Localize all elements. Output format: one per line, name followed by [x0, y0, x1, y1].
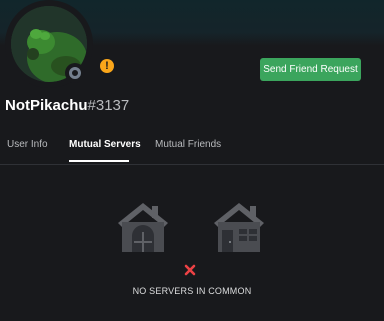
tab-user-info[interactable]: User Info	[7, 139, 48, 150]
send-friend-request-button[interactable]: Send Friend Request	[260, 58, 361, 81]
profile-tabs: User Info Mutual Servers Mutual Friends	[0, 130, 384, 165]
username: NotPikachu	[5, 97, 88, 114]
empty-state-message: NO SERVERS IN COMMON	[132, 286, 252, 296]
close-icon	[184, 264, 196, 276]
discriminator: #3137	[87, 97, 130, 114]
warning-badge-icon: !	[100, 59, 114, 73]
server-house-icon	[214, 203, 264, 252]
tab-mutual-friends[interactable]: Mutual Friends	[155, 139, 221, 150]
tab-mutual-servers[interactable]: Mutual Servers	[69, 139, 141, 150]
user-tag: NotPikachu#3137	[5, 97, 129, 114]
user-profile-modal: ! Send Friend Request NotPikachu#3137 Us…	[0, 0, 384, 321]
active-tab-indicator	[69, 160, 129, 162]
server-house-icon	[118, 203, 168, 252]
offline-status-icon	[65, 63, 85, 83]
